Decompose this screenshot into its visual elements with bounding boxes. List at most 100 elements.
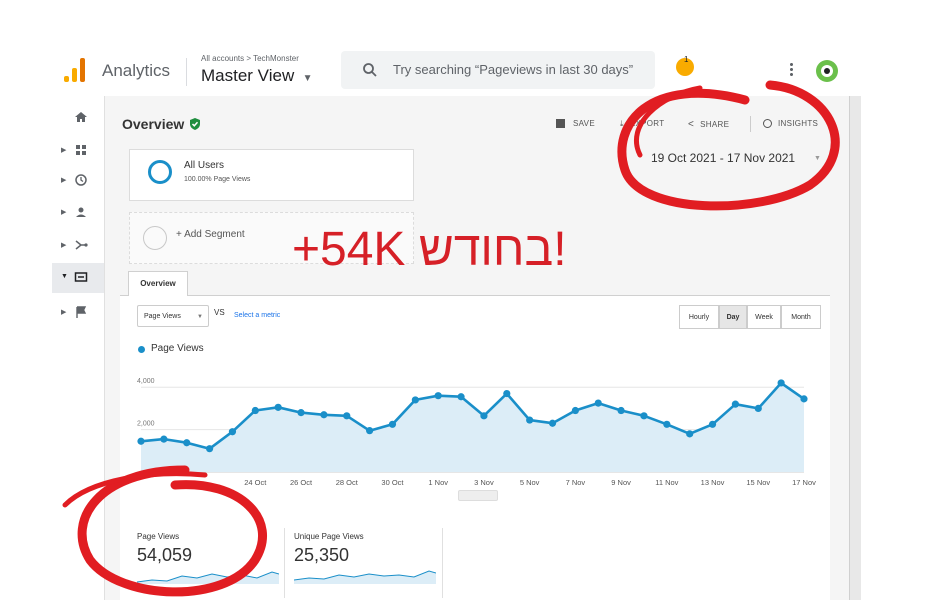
search-placeholder: Try searching “Pageviews in last 30 days… bbox=[393, 62, 634, 77]
data-point bbox=[183, 439, 191, 447]
notification-count: 1 bbox=[684, 55, 689, 64]
data-point bbox=[571, 406, 579, 415]
data-point bbox=[205, 445, 214, 453]
more-vert-icon[interactable] bbox=[790, 62, 793, 76]
data-point bbox=[297, 409, 305, 417]
scrollbar[interactable] bbox=[849, 96, 861, 600]
date-range-label: 19 Oct 2021 - 17 Nov 2021 bbox=[651, 151, 796, 165]
annotation-text: +54K בחודש! bbox=[292, 223, 567, 276]
metric-dropdown[interactable]: Page Views ▼ bbox=[137, 305, 209, 327]
view-name: Master View bbox=[201, 66, 295, 85]
flag-icon bbox=[76, 306, 87, 318]
view-selector[interactable]: Master View ▼ bbox=[201, 66, 313, 86]
share-button[interactable]: < SHARE bbox=[688, 119, 729, 130]
kpi-value-unique-page-views: 25,350 bbox=[294, 545, 350, 565]
granularity-month[interactable]: Month bbox=[781, 305, 821, 329]
save-button[interactable]: SAVE bbox=[556, 119, 595, 129]
data-point bbox=[366, 427, 374, 435]
expand-arrow-icon: ▼ bbox=[61, 273, 68, 280]
insights-icon bbox=[763, 119, 772, 129]
data-point bbox=[160, 435, 168, 443]
granularity-day[interactable]: Day bbox=[719, 305, 747, 329]
data-point bbox=[663, 420, 671, 428]
share-icon: < bbox=[688, 119, 695, 130]
kpi-divider bbox=[442, 528, 443, 598]
export-button[interactable]: ⤓ EXPORT bbox=[620, 119, 664, 129]
date-range-picker[interactable]: 19 Oct 2021 - 17 Nov 2021 ▼ bbox=[640, 146, 830, 170]
legend-dot bbox=[138, 346, 145, 353]
nav-home[interactable] bbox=[52, 103, 104, 133]
x-tick-label: 17 Nov bbox=[792, 478, 816, 487]
tab-overview[interactable]: Overview bbox=[128, 271, 188, 296]
breadcrumb[interactable]: All accounts > TechMonster bbox=[201, 54, 299, 63]
segment-all-users[interactable] bbox=[129, 149, 414, 201]
data-point bbox=[594, 399, 602, 407]
data-point bbox=[480, 412, 488, 420]
x-tick-label: 5 Nov bbox=[520, 478, 540, 487]
nav-customization[interactable]: ▶ bbox=[52, 136, 104, 166]
data-point bbox=[274, 403, 282, 411]
data-point bbox=[754, 404, 762, 412]
data-point bbox=[137, 437, 145, 445]
acquisition-icon bbox=[75, 240, 88, 250]
x-tick-label: 15 Nov bbox=[746, 478, 770, 487]
data-point bbox=[320, 411, 328, 419]
data-point bbox=[388, 420, 397, 428]
expand-arrow-icon: ▶ bbox=[61, 147, 67, 154]
chart-collapse-handle[interactable] bbox=[458, 490, 498, 501]
vs-label: VS bbox=[214, 308, 225, 317]
data-point bbox=[686, 430, 694, 438]
metric-dropdown-value: Page Views bbox=[144, 313, 181, 320]
x-tick-label: 3 Nov bbox=[474, 478, 494, 487]
x-tick-label: 7 Nov bbox=[566, 478, 586, 487]
page-views-chart: 4,000 2,000 24 Oct 26 Oct 28 Oct 30 Oct 1 Nov 3… bbox=[137, 378, 816, 487]
kpi-sparkline-unique-page-views bbox=[294, 570, 436, 584]
toolbar-divider bbox=[750, 116, 751, 132]
export-icon: ⤓ bbox=[620, 119, 624, 128]
nav-realtime[interactable]: ▶ bbox=[52, 166, 104, 196]
behavior-icon bbox=[74, 272, 88, 282]
analytics-logo-icon bbox=[64, 58, 86, 82]
expand-arrow-icon: ▶ bbox=[61, 177, 67, 184]
kpi-label-page-views: Page Views bbox=[137, 532, 180, 541]
segment-name: All Users bbox=[184, 160, 225, 171]
nav-audience[interactable]: ▶ bbox=[52, 198, 104, 228]
nav-behavior[interactable]: ▼ bbox=[52, 263, 104, 293]
app-name: Analytics bbox=[102, 61, 171, 80]
header-divider bbox=[186, 58, 187, 86]
kpi-value-page-views: 54,059 bbox=[137, 545, 193, 565]
add-segment-circle-icon bbox=[143, 226, 167, 250]
x-tick-label: 26 Oct bbox=[290, 478, 313, 487]
data-point bbox=[640, 412, 648, 420]
y-tick-label: 2,000 bbox=[137, 421, 155, 428]
chevron-down-icon: ▼ bbox=[197, 314, 203, 320]
insights-button[interactable]: INSIGHTS bbox=[763, 119, 818, 129]
save-icon bbox=[556, 119, 565, 129]
avatar[interactable] bbox=[816, 60, 838, 82]
granularity-hourly[interactable]: Hourly bbox=[679, 305, 719, 329]
kpi-label-unique-page-views: Unique Page Views bbox=[294, 532, 364, 541]
x-tick-label: 9 Nov bbox=[611, 478, 631, 487]
avatar-eye-icon bbox=[821, 65, 833, 77]
data-point bbox=[617, 406, 625, 415]
x-tick-label: 30 Oct bbox=[381, 478, 404, 487]
granularity-week[interactable]: Week bbox=[747, 305, 781, 329]
select-metric-link[interactable]: Select a metric bbox=[234, 312, 280, 319]
x-tick-label: 24 Oct bbox=[244, 478, 267, 487]
y-tick-label: 4,000 bbox=[137, 378, 155, 385]
clock-icon bbox=[75, 174, 87, 186]
verified-check-icon bbox=[190, 118, 200, 130]
nav-acquisition[interactable]: ▶ bbox=[52, 231, 104, 261]
add-segment-label: + Add Segment bbox=[176, 229, 245, 240]
data-point bbox=[526, 416, 534, 424]
legend-label: Page Views bbox=[151, 343, 204, 354]
segment-percentage: 100.00% Page Views bbox=[184, 176, 251, 183]
data-point bbox=[800, 395, 808, 403]
x-tick-label: 13 Nov bbox=[701, 478, 725, 487]
data-point bbox=[731, 400, 740, 408]
search-icon bbox=[363, 63, 377, 77]
dashboard-icon bbox=[76, 145, 86, 155]
nav-conversions[interactable]: ▶ bbox=[52, 298, 104, 328]
data-point bbox=[457, 393, 465, 401]
kpi-divider bbox=[284, 528, 285, 598]
